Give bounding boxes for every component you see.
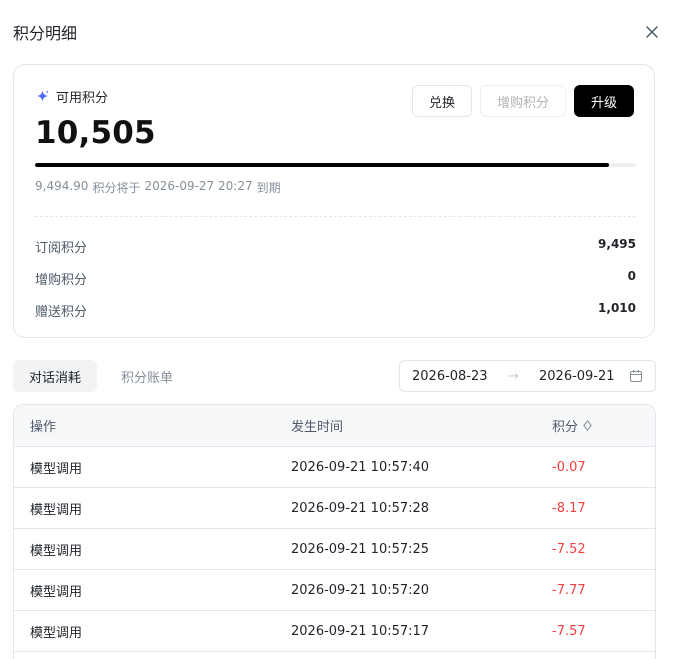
close-button[interactable] [640,20,664,44]
tab-points-bill[interactable]: 积分账单 [105,360,189,392]
row-action: 模型调用 [30,584,83,600]
row-points: -7.52 [552,541,586,557]
row-action: 模型调用 [30,502,83,518]
header-points[interactable]: 积分 [552,416,593,435]
table-row: 模型调用 2026-09-21 10:57:28 -8.17 [14,488,655,529]
available-points-value: 10,505 [35,115,156,151]
table-header: 操作 发生时间 积分 [14,405,655,447]
row-time: 2026-09-21 10:57:17 [291,623,430,639]
table-row: 模型调用 2026-09-21 10:57:40 -0.07 [14,447,655,488]
buy-points-button[interactable]: 增购积分 [480,85,566,117]
balance-card: 可用积分 10,505 兑换 增购积分 升级 9,494.90 积分将于 202… [13,64,655,338]
breakdown-label: 订阅积分 [35,241,88,256]
row-action: 模型调用 [30,543,83,559]
usage-table: 操作 发生时间 积分 模型调用 2026-09-21 10:57:40 -0.0… [13,404,656,659]
row-time: 2026-09-21 10:57:20 [291,582,430,598]
breakdown-row-gifted: 赠送积分 1,010 [35,301,636,320]
expire-date: 2026-09-27 20:27 [144,179,253,193]
expire-text-1: 积分将于 [92,181,141,195]
date-range-arrow-icon: → [508,368,519,384]
header-action: 操作 [30,420,57,435]
row-action: 模型调用 [30,461,83,477]
breakdown-label: 赠送积分 [35,305,88,320]
breakdown-label: 增购积分 [35,273,88,288]
row-time: 2026-09-21 10:57:40 [291,459,430,475]
table-row: 模型调用 2026-09-21 10:57:20 -7.77 [14,570,655,611]
calendar-icon [629,370,643,383]
exchange-button[interactable]: 兑换 [412,85,472,117]
breakdown-value: 0 [627,269,636,283]
date-range-picker[interactable]: 2026-08-23 → 2026-09-21 [399,360,656,392]
close-icon [646,26,658,38]
breakdown-value: 1,010 [598,301,636,315]
row-points: -8.17 [552,500,586,516]
sparkle-icon [36,90,49,102]
header-time: 发生时间 [291,420,344,435]
expire-note: 9,494.90 积分将于 2026-09-27 20:27 到期 [35,179,281,196]
sort-icon[interactable] [582,420,593,431]
date-range-end[interactable]: 2026-09-21 [539,369,615,384]
tab-conversation-usage[interactable]: 对话消耗 [13,360,98,392]
row-points: -7.57 [552,623,586,639]
row-time: 2026-09-21 10:57:25 [291,541,430,557]
table-row: 模型调用 2026-09-21 10:57:17 -7.57 [14,611,655,652]
available-points-label: 可用积分 [56,91,109,106]
expire-amount: 9,494.90 [35,179,89,193]
row-points: -0.07 [552,459,586,475]
row-action: 模型调用 [30,625,83,641]
points-progress-fill [35,163,609,167]
breakdown-row-subscription: 订阅积分 9,495 [35,237,636,256]
row-time: 2026-09-21 10:57:28 [291,500,430,516]
dashed-divider [35,216,636,217]
breakdown-value: 9,495 [598,237,636,251]
tab-bar: 对话消耗 积分账单 [13,360,189,392]
expire-text-2: 到期 [256,181,281,195]
points-progress-bar [35,163,636,167]
table-row: 模型调用 2026-09-21 10:57:25 -7.52 [14,529,655,570]
header-points-label: 积分 [552,420,579,435]
row-points: -7.77 [552,582,586,598]
dialog-title: 积分明细 [13,24,78,43]
upgrade-button[interactable]: 升级 [574,85,634,117]
action-buttons: 兑换 增购积分 升级 [412,85,634,117]
points-detail-dialog: 积分明细 可用积分 10,505 兑换 增购积分 升级 9,494.90 积分将… [0,0,678,659]
breakdown-row-purchased: 增购积分 0 [35,269,636,288]
available-points-label-group: 可用积分 [35,87,108,106]
date-range-start[interactable]: 2026-08-23 [412,369,488,384]
